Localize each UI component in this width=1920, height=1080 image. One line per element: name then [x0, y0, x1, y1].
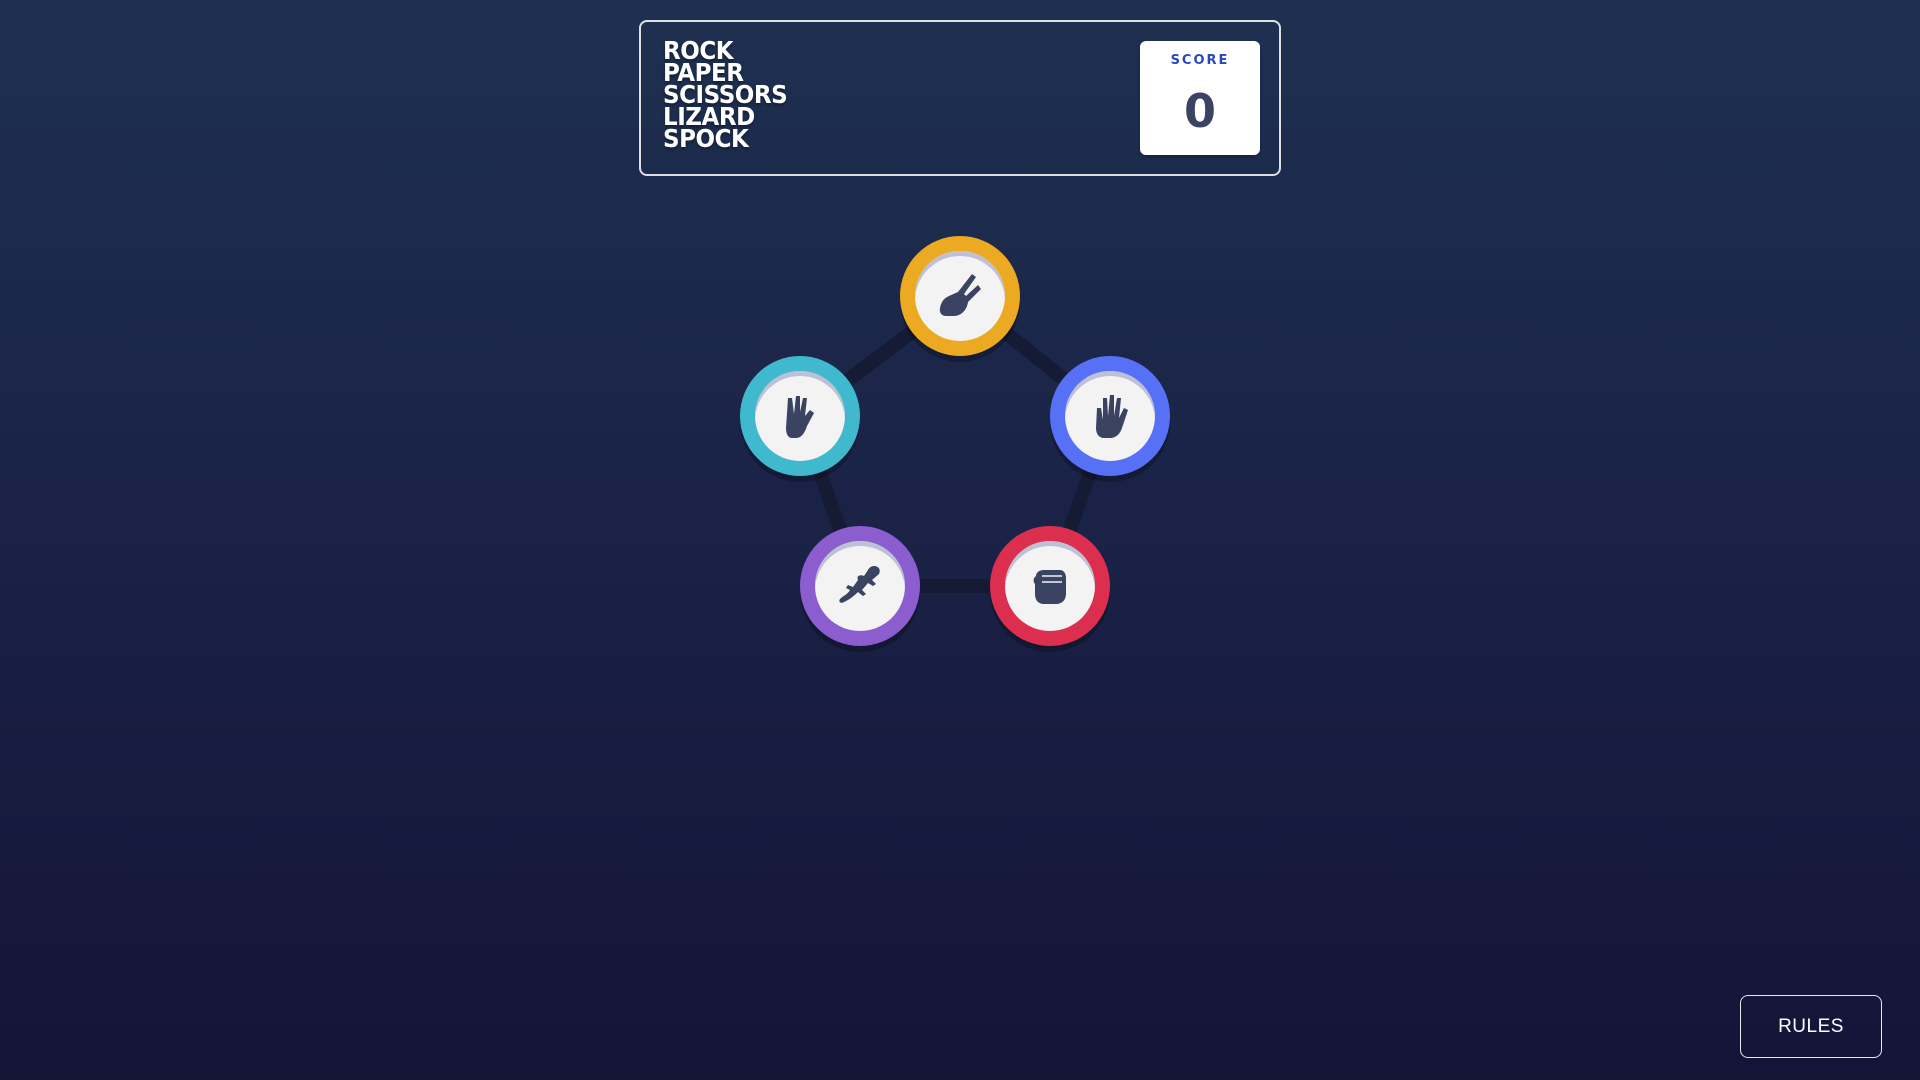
paper-token[interactable]: [1050, 356, 1170, 476]
score-value: 0: [1183, 84, 1216, 138]
lizard-token[interactable]: [800, 526, 920, 646]
game-title: ROCK PAPER SCISSORS LIZARD SPOCK: [663, 38, 798, 153]
spock-token[interactable]: [740, 356, 860, 476]
title-line-spock: SPOCK: [663, 124, 749, 153]
score-label: SCORE: [1170, 53, 1230, 68]
paper-icon: [1096, 395, 1128, 438]
spock-icon: [786, 396, 814, 438]
rock-token[interactable]: [990, 526, 1110, 646]
rock-icon: [1033, 570, 1066, 604]
scissors-token[interactable]: [900, 236, 1020, 356]
scissors-icon: [939, 274, 981, 316]
lizard-icon: [839, 566, 880, 603]
score-box: SCORE 0: [1140, 41, 1260, 155]
header: ROCK PAPER SCISSORS LIZARD SPOCK SCORE 0: [639, 20, 1281, 176]
rules-button[interactable]: RULES: [1740, 995, 1882, 1058]
